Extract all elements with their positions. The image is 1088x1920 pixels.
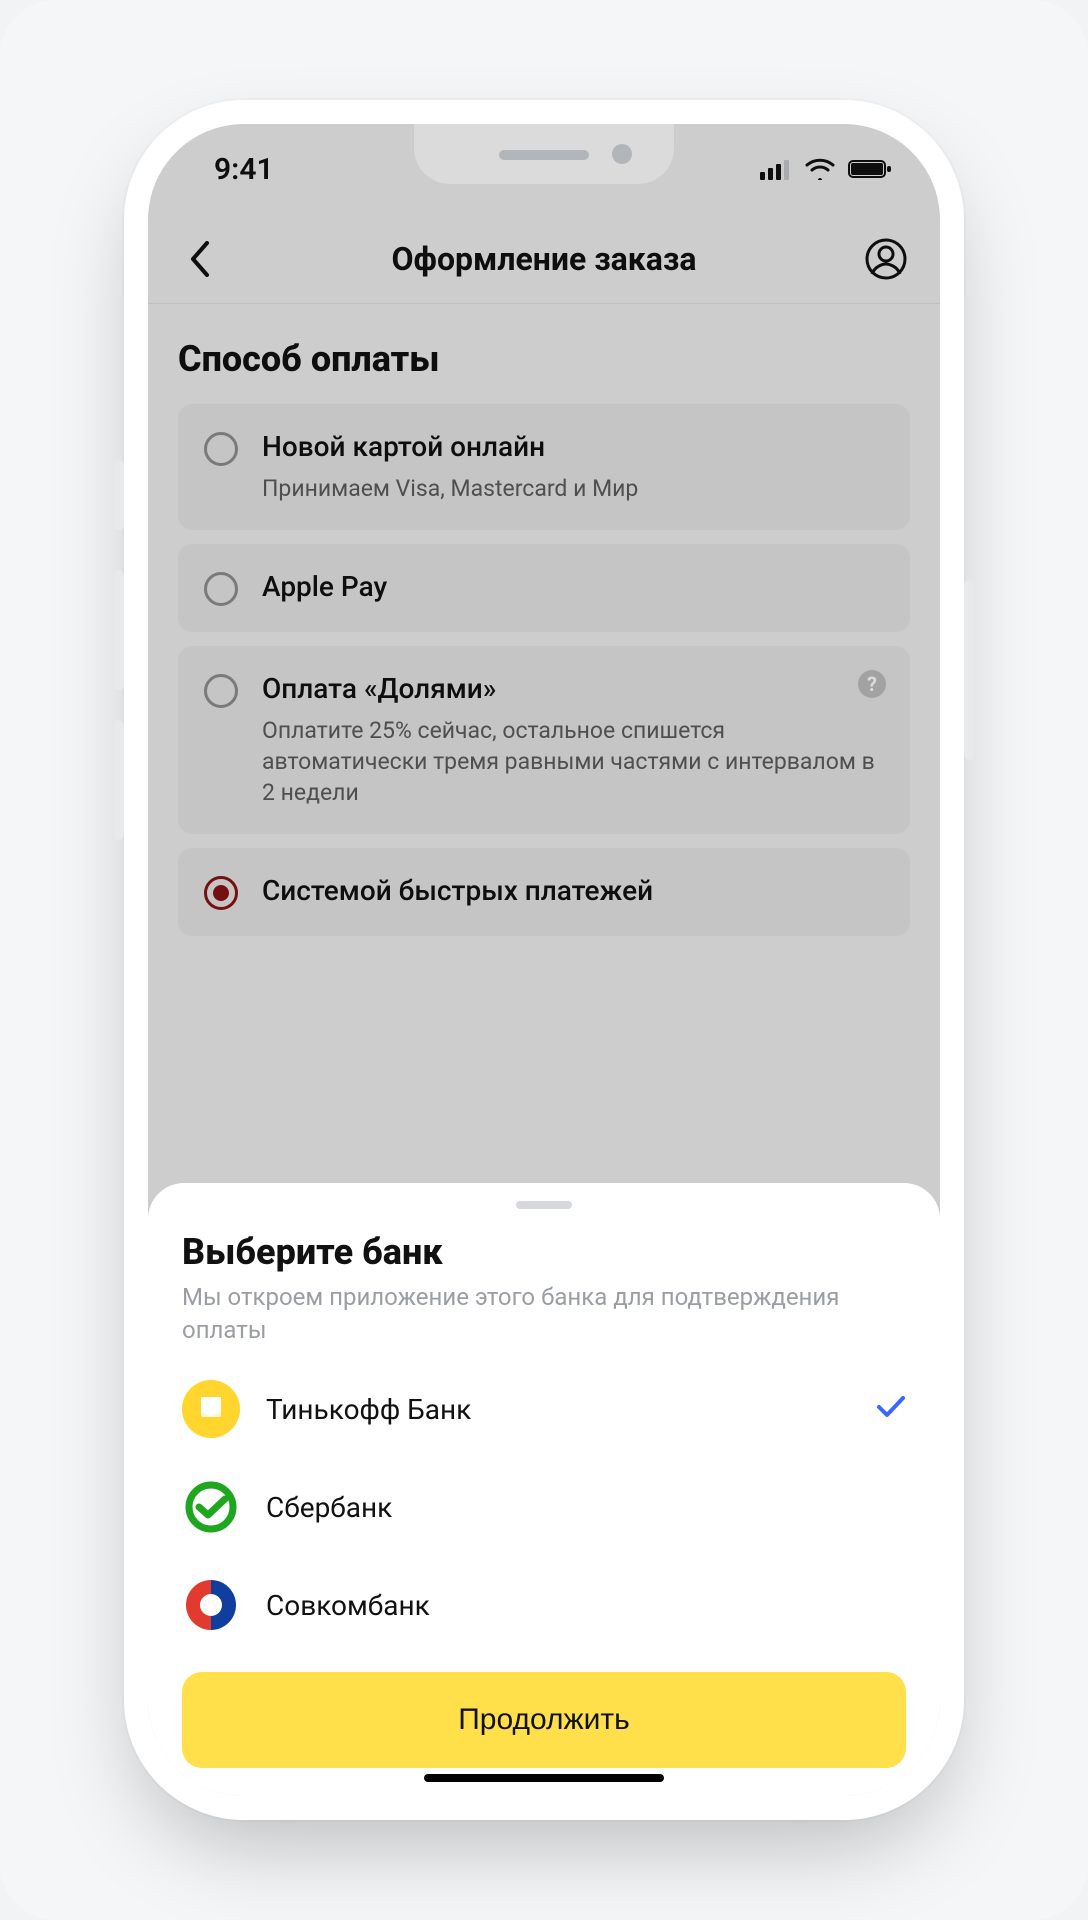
bank-label: Сбербанк (266, 1491, 906, 1524)
screen: 9:41 (148, 124, 940, 1796)
bank-select-sheet: Выберите банк Мы откроем приложение этог… (148, 1183, 940, 1796)
continue-button[interactable]: Продолжить (182, 1672, 906, 1768)
sheet-subtitle: Мы откроем приложение этого банка для по… (182, 1281, 906, 1346)
phone-frame: 9:41 (124, 100, 964, 1820)
bank-list: Тинькофф Банк (182, 1360, 906, 1654)
side-button (114, 570, 124, 690)
sber-icon (182, 1478, 240, 1536)
tinkoff-icon (182, 1380, 240, 1438)
side-button (114, 460, 124, 530)
bank-option-tinkoff[interactable]: Тинькофф Банк (182, 1360, 906, 1458)
check-icon (876, 1395, 906, 1423)
bank-label: Совкомбанк (266, 1589, 906, 1622)
side-button (114, 720, 124, 840)
sovcom-icon (182, 1576, 240, 1634)
bank-option-sber[interactable]: Сбербанк (182, 1458, 906, 1556)
bank-label: Тинькофф Банк (266, 1393, 850, 1426)
side-button (964, 580, 974, 760)
sheet-grabber[interactable] (516, 1201, 572, 1209)
stage: 9:41 (0, 0, 1088, 1920)
bank-option-sovcom[interactable]: Совкомбанк (182, 1556, 906, 1654)
home-indicator[interactable] (424, 1774, 664, 1782)
sheet-title: Выберите банк (182, 1231, 906, 1273)
